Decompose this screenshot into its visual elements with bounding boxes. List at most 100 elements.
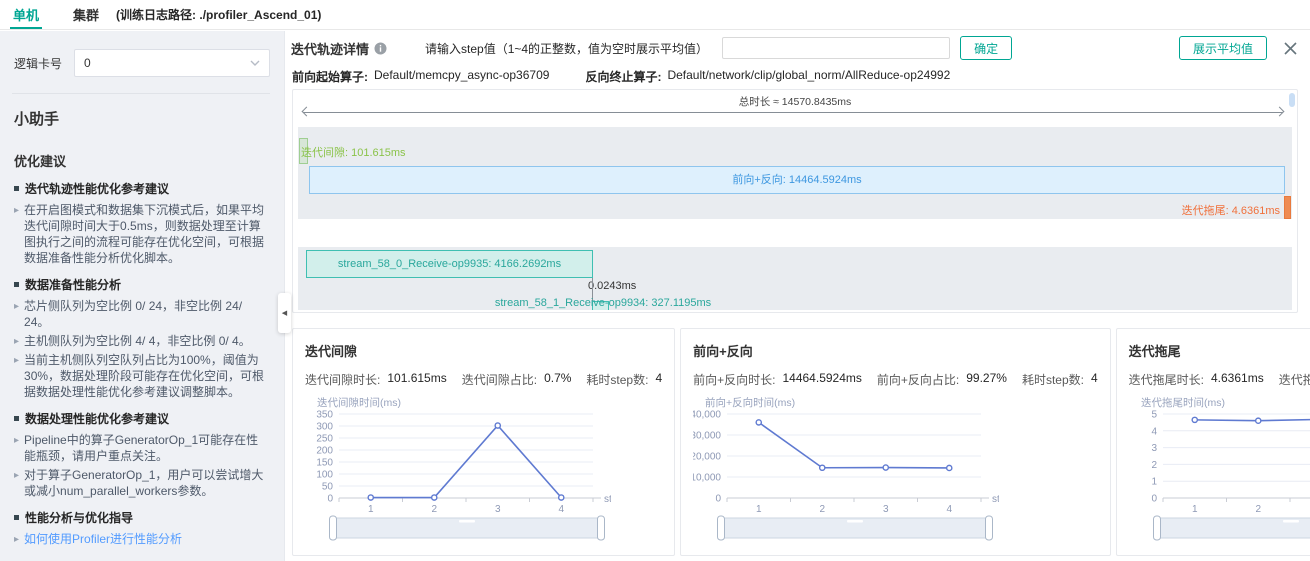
y-tick-label: 10,000 [693,473,721,484]
y-tick-label: 150 [316,458,333,469]
x-tick-label: 4 [947,504,953,515]
y-tick-label: 50 [322,482,334,493]
datazoom-grip[interactable] [847,520,863,523]
datazoom-handle[interactable] [598,516,605,540]
stat: 前向+反向占比:99.27% [877,371,1007,388]
suggestion-section-title: 性能分析与优化指导 [14,509,270,526]
x-tick-label: 2 [820,504,826,515]
fwd-start-op-value: Default/memcpy_async-op36709 [374,68,549,85]
iteration-gap-label: 迭代间隙: 101.615ms [301,144,406,160]
y-tick-label: 3 [1151,443,1157,454]
log-path: (训练日志路径: ./profiler_Ascend_01) [116,6,321,23]
line-chart: 迭代拖尾时间(ms)0123451234step [1129,394,1310,544]
stat: 耗时step数:4 [586,371,662,388]
data-point[interactable] [432,495,437,500]
stream-band: stream_58_0_Receive-op9935: 4166.2692ms … [298,247,1292,310]
panel-stats: 迭代拖尾时长:4.6361ms迭代拖尾占比:0.03%耗时step数:4 [1129,371,1310,388]
datazoom-handle[interactable] [718,516,725,540]
confirm-button[interactable]: 确定 [960,36,1012,60]
panel-title: 前向+反向 [693,341,1098,360]
bullet-arrow-icon: ▸ [14,353,19,401]
data-point[interactable] [559,495,564,500]
tab-cluster[interactable]: 集群 [70,0,102,29]
timeline-scrollbar[interactable] [1289,93,1295,107]
operator-row: 前向起始算子: Default/memcpy_async-op36709 反向终… [292,68,1310,85]
fwd-start-op-label: 前向起始算子: [292,68,368,85]
data-point[interactable] [947,465,952,470]
y-axis-title: 迭代间隙时间(ms) [317,396,401,409]
line-chart: 前向+反向时间(ms)010,00020,00030,00040,0001234… [693,394,999,544]
panel-stats: 前向+反向时长:14464.5924ms前向+反向占比:99.27%耗时step… [693,371,1098,388]
sidebar-collapse-handle[interactable]: ◀ [278,293,291,333]
stream0-bar[interactable]: stream_58_0_Receive-op9935: 4166.2692ms [306,250,593,278]
datazoom-grip[interactable] [1283,520,1299,523]
x-tick-label: 1 [1192,504,1198,515]
divider [12,93,270,94]
iteration-tail-bar[interactable] [1284,196,1291,219]
y-tick-label: 100 [316,470,333,481]
card-number-label: 逻辑卡号 [14,55,62,72]
y-tick-label: 0 [327,494,333,505]
x-axis-title: step [992,494,999,505]
total-duration-label: 总时长 ≈ 14570.8435ms [293,94,1297,109]
x-tick-label: 4 [558,504,564,515]
metric-panel: 前向+反向 前向+反向时长:14464.5924ms前向+反向占比:99.27%… [680,328,1111,556]
y-tick-label: 4 [1151,426,1157,437]
step-input[interactable] [722,37,950,59]
suggestion-link[interactable]: ▸如何使用Profiler进行性能分析 [14,531,270,547]
chart-line [1194,419,1310,421]
y-tick-label: 0 [716,494,722,505]
data-point[interactable] [1255,418,1260,423]
bullet-arrow-icon: ▸ [14,433,19,465]
y-tick-label: 2 [1151,460,1157,471]
y-tick-label: 0 [1151,494,1157,505]
tab-standalone[interactable]: 单机 [10,0,42,29]
data-point[interactable] [368,495,373,500]
panel-stats: 迭代间隙时长:101.615ms迭代间隙占比:0.7%耗时step数:4 [305,371,662,388]
y-tick-label: 5 [1151,410,1157,421]
suggestion-title: 优化建议 [14,151,270,170]
suggestion-item: ▸在开启图模式和数据集下沉模式后，如果平均迭代间隙时间大于0.5ms，则数据处理… [14,202,270,266]
suggestion-item: ▸当前主机侧队列空队列占比为100%，阈值为30%，数据处理阶段可能存在优化空间… [14,352,270,400]
trace-timeline: 总时长 ≈ 14570.8435ms 迭代间隙: 101.615ms 前向+反向… [292,89,1298,313]
y-axis-title: 迭代拖尾时间(ms) [1141,396,1225,409]
stream-link-duration-label: 0.0243ms [588,280,636,292]
y-tick-label: 20,000 [693,452,721,463]
fwd-bwd-bar[interactable]: 前向+反向: 14464.5924ms [309,166,1285,194]
iteration-tail-label: 迭代拖尾: 4.6361ms [1182,202,1280,218]
suggestion-section-title: 数据准备性能分析 [14,276,270,293]
close-icon[interactable] [1283,41,1298,56]
suggestion-item: ▸Pipeline中的算子GeneratorOp_1可能存在性能瓶颈，请用户重点… [14,432,270,464]
stat: 迭代间隙时长:101.615ms [305,371,447,388]
stat: 耗时step数:4 [1022,371,1098,388]
data-point[interactable] [883,465,888,470]
data-point[interactable] [756,420,761,425]
x-tick-label: 3 [495,504,501,515]
data-point[interactable] [820,465,825,470]
top-tab-bar: 单机 集群 (训练日志路径: ./profiler_Ascend_01) [0,0,1310,30]
bullet-square-icon [14,416,19,421]
datazoom-handle[interactable] [330,516,337,540]
info-icon[interactable] [374,42,387,55]
datazoom-grip[interactable] [459,520,475,523]
stat: 迭代拖尾占比:0.03% [1279,371,1310,388]
detail-title: 迭代轨迹详情 [291,39,369,58]
card-number-select[interactable]: 0 [74,49,270,77]
data-point[interactable] [1192,417,1197,422]
metric-panels: 迭代间隙 迭代间隙时长:101.615ms迭代间隙占比:0.7%耗时step数:… [292,328,1298,556]
x-tick-label: 1 [368,504,374,515]
y-tick-label: 1 [1151,477,1157,488]
main-content: 迭代轨迹详情 请输入step值（1~4的正整数，值为空时展示平均值） 确定 展示… [285,31,1310,561]
chevron-down-icon [250,60,260,66]
bwd-end-op-value: Default/network/clip/global_norm/AllRedu… [667,68,950,85]
datazoom-handle[interactable] [1153,516,1160,540]
y-tick-label: 300 [316,422,333,433]
x-tick-label: 1 [756,504,762,515]
data-point[interactable] [495,423,500,428]
bullet-arrow-icon: ▸ [14,468,19,500]
datazoom-handle[interactable] [986,516,993,540]
step-hint: 请输入step值（1~4的正整数，值为空时展示平均值） [425,40,708,57]
card-number-value: 0 [84,56,91,70]
show-average-button[interactable]: 展示平均值 [1179,36,1267,60]
collapse-arrow-icon: ◀ [282,309,287,317]
